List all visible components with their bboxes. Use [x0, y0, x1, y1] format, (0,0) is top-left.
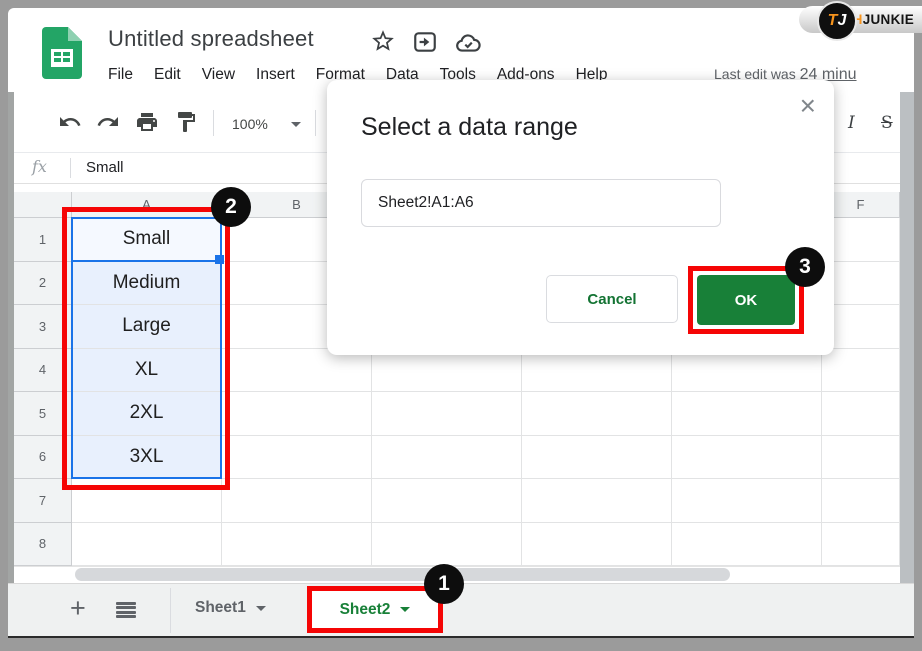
cell-F4[interactable]	[822, 349, 900, 393]
tab-sheet1[interactable]: Sheet1	[195, 599, 266, 617]
cell-C5[interactable]	[372, 392, 522, 436]
formula-bar-value[interactable]: Small	[86, 159, 124, 176]
chevron-down-icon[interactable]	[291, 122, 301, 127]
left-edge-strip	[8, 92, 14, 583]
vertical-scrollbar[interactable]	[900, 92, 914, 583]
chevron-down-icon[interactable]	[256, 606, 266, 611]
formula-bar-divider	[70, 158, 71, 178]
cell-B6[interactable]	[222, 436, 372, 480]
cancel-button[interactable]: Cancel	[546, 275, 678, 323]
menu-view[interactable]: View	[202, 66, 235, 84]
cell-B5[interactable]	[222, 392, 372, 436]
cell-C8[interactable]	[372, 523, 522, 567]
zoom-level-select[interactable]: 100%	[232, 116, 268, 132]
dialog-title: Select a data range	[361, 113, 578, 142]
annotation-rect-range	[62, 207, 230, 490]
menu-insert[interactable]: Insert	[256, 66, 295, 84]
cell-F7[interactable]	[822, 479, 900, 523]
cell-F6[interactable]	[822, 436, 900, 480]
cell-F5[interactable]	[822, 392, 900, 436]
cell-C4[interactable]	[372, 349, 522, 393]
cell-D6[interactable]	[522, 436, 672, 480]
cell-E4[interactable]	[672, 349, 822, 393]
cell-B8[interactable]	[222, 523, 372, 567]
annotation-badge-1: 1	[424, 564, 464, 604]
menu-file[interactable]: File	[108, 66, 133, 84]
tab-sheet2[interactable]: Sheet2	[307, 586, 443, 633]
google-sheets-logo-icon	[42, 27, 82, 79]
cell-E5[interactable]	[672, 392, 822, 436]
row-header-8[interactable]: 8	[14, 523, 72, 567]
spreadsheet-window: Untitled spreadsheet File Edit View Inse…	[8, 8, 914, 638]
toolbar-divider	[213, 110, 214, 136]
cell-E8[interactable]	[672, 523, 822, 567]
annotation-badge-3: 3	[785, 247, 825, 287]
cell-E7[interactable]	[672, 479, 822, 523]
strikethrough-button[interactable]: S	[881, 113, 893, 133]
sheet-bar-divider	[170, 588, 171, 633]
cell-C7[interactable]	[372, 479, 522, 523]
italic-button[interactable]: I	[848, 113, 855, 133]
menu-edit[interactable]: Edit	[154, 66, 181, 84]
cell-B4[interactable]	[222, 349, 372, 393]
select-data-range-dialog: Select a data range × Cancel OK	[327, 80, 834, 355]
paint-format-icon[interactable]	[174, 110, 198, 134]
undo-icon[interactable]	[58, 110, 82, 134]
cell-D5[interactable]	[522, 392, 672, 436]
cell-A8[interactable]	[72, 523, 222, 567]
cloud-check-icon[interactable]	[455, 30, 481, 56]
cell-E6[interactable]	[672, 436, 822, 480]
cell-D7[interactable]	[522, 479, 672, 523]
all-sheets-menu-icon[interactable]	[116, 602, 136, 618]
cell-F8[interactable]	[822, 523, 900, 567]
cell-D4[interactable]	[522, 349, 672, 393]
star-icon[interactable]	[370, 28, 396, 54]
redo-icon[interactable]	[96, 110, 120, 134]
print-icon[interactable]	[135, 110, 159, 134]
techjunkie-logo-icon: TJ	[817, 1, 857, 41]
close-icon[interactable]: ×	[800, 92, 816, 120]
chevron-down-icon[interactable]	[400, 607, 410, 612]
cell-C6[interactable]	[372, 436, 522, 480]
move-folder-icon[interactable]	[412, 29, 438, 55]
add-sheet-button[interactable]: +	[70, 593, 86, 624]
annotation-badge-2: 2	[211, 187, 251, 227]
data-range-input[interactable]	[361, 179, 721, 227]
spreadsheet-title[interactable]: Untitled spreadsheet	[108, 26, 314, 52]
cell-D8[interactable]	[522, 523, 672, 567]
toolbar-divider	[315, 110, 316, 136]
cell-B7[interactable]	[222, 479, 372, 523]
fx-icon: fx	[32, 157, 47, 176]
horizontal-scrollbar-thumb[interactable]	[75, 568, 730, 581]
